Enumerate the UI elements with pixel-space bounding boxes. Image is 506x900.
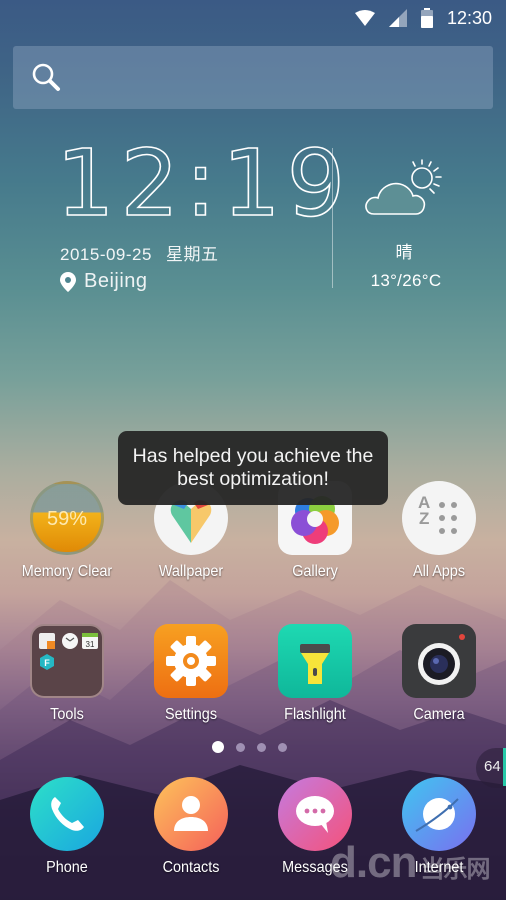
watermark-main: d.cn bbox=[330, 838, 417, 887]
page-dot-4[interactable] bbox=[278, 742, 287, 752]
tools-folder-icon: 31 F bbox=[30, 624, 104, 698]
phone-icon bbox=[30, 777, 104, 851]
app-label: Tools bbox=[50, 706, 84, 723]
wifi-icon bbox=[354, 10, 375, 26]
app-flashlight[interactable]: Flashlight bbox=[260, 624, 370, 724]
app-camera[interactable]: Camera bbox=[384, 624, 494, 724]
weekday-text: 星期五 bbox=[165, 245, 219, 264]
app-label: Settings bbox=[164, 706, 218, 723]
watermark: d.cn 当乐网 bbox=[330, 838, 490, 888]
search-icon bbox=[32, 63, 60, 91]
app-label: Camera bbox=[413, 706, 465, 723]
app-all-apps[interactable]: AZ All Apps bbox=[384, 481, 494, 581]
page-dot-2[interactable] bbox=[236, 742, 245, 752]
toast-message: Has helped you achieve the best optimiza… bbox=[118, 431, 388, 505]
widget-divider bbox=[332, 148, 333, 288]
status-bar: 12:30 bbox=[0, 0, 506, 36]
app-label: Gallery bbox=[292, 563, 338, 580]
signal-icon bbox=[388, 9, 407, 27]
memory-clear-icon: 59% bbox=[30, 481, 104, 555]
camera-icon bbox=[402, 624, 476, 698]
flashlight-icon bbox=[278, 624, 352, 698]
toast-line-2: best optimization! bbox=[177, 468, 329, 490]
status-time: 12:30 bbox=[446, 7, 492, 28]
app-label: Phone bbox=[46, 859, 88, 876]
app-label: Contacts bbox=[162, 859, 220, 876]
search-bar[interactable] bbox=[13, 46, 493, 109]
memory-percent: 59% bbox=[46, 508, 88, 530]
battery-icon bbox=[420, 8, 433, 28]
app-label: Memory Clear bbox=[21, 563, 113, 580]
clock-time[interactable]: 12:19 bbox=[55, 137, 351, 231]
location-text: Beijing bbox=[84, 270, 148, 292]
app-memory-clear[interactable]: 59% Memory Clear bbox=[12, 481, 122, 581]
date-line: 2015-09-25 星期五 bbox=[60, 240, 218, 265]
dock-phone[interactable]: Phone bbox=[12, 777, 122, 877]
partly-cloudy-icon[interactable] bbox=[364, 156, 444, 220]
watermark-sub: 当乐网 bbox=[420, 856, 490, 883]
contacts-icon bbox=[154, 777, 228, 851]
toast-line-1: Has helped you achieve the bbox=[132, 445, 374, 467]
calendar-day: 31 bbox=[86, 640, 95, 649]
app-label: All Apps bbox=[412, 563, 466, 580]
page-dot-1[interactable] bbox=[212, 741, 224, 753]
app-label: Flashlight bbox=[284, 706, 346, 723]
weather-condition: 晴 bbox=[395, 243, 413, 262]
date-text: 2015-09-25 bbox=[60, 245, 152, 264]
clock-digits: 12:19 bbox=[55, 130, 352, 237]
app-tools-folder[interactable]: 31 F Tools bbox=[12, 624, 122, 724]
page-dot-3[interactable] bbox=[257, 742, 266, 752]
settings-gear-icon bbox=[154, 624, 228, 698]
location[interactable]: Beijing bbox=[60, 270, 148, 293]
app-label: Wallpaper bbox=[158, 563, 224, 580]
app-settings[interactable]: Settings bbox=[136, 624, 246, 724]
svg-text:F: F bbox=[44, 658, 50, 668]
location-pin-icon bbox=[60, 271, 76, 292]
side-counter-value: 64 bbox=[484, 758, 501, 775]
all-apps-icon: AZ bbox=[402, 481, 476, 555]
page-indicator bbox=[212, 741, 287, 753]
weather-temperature: 13°/26°C bbox=[370, 271, 442, 290]
dock-contacts[interactable]: Contacts bbox=[136, 777, 246, 877]
